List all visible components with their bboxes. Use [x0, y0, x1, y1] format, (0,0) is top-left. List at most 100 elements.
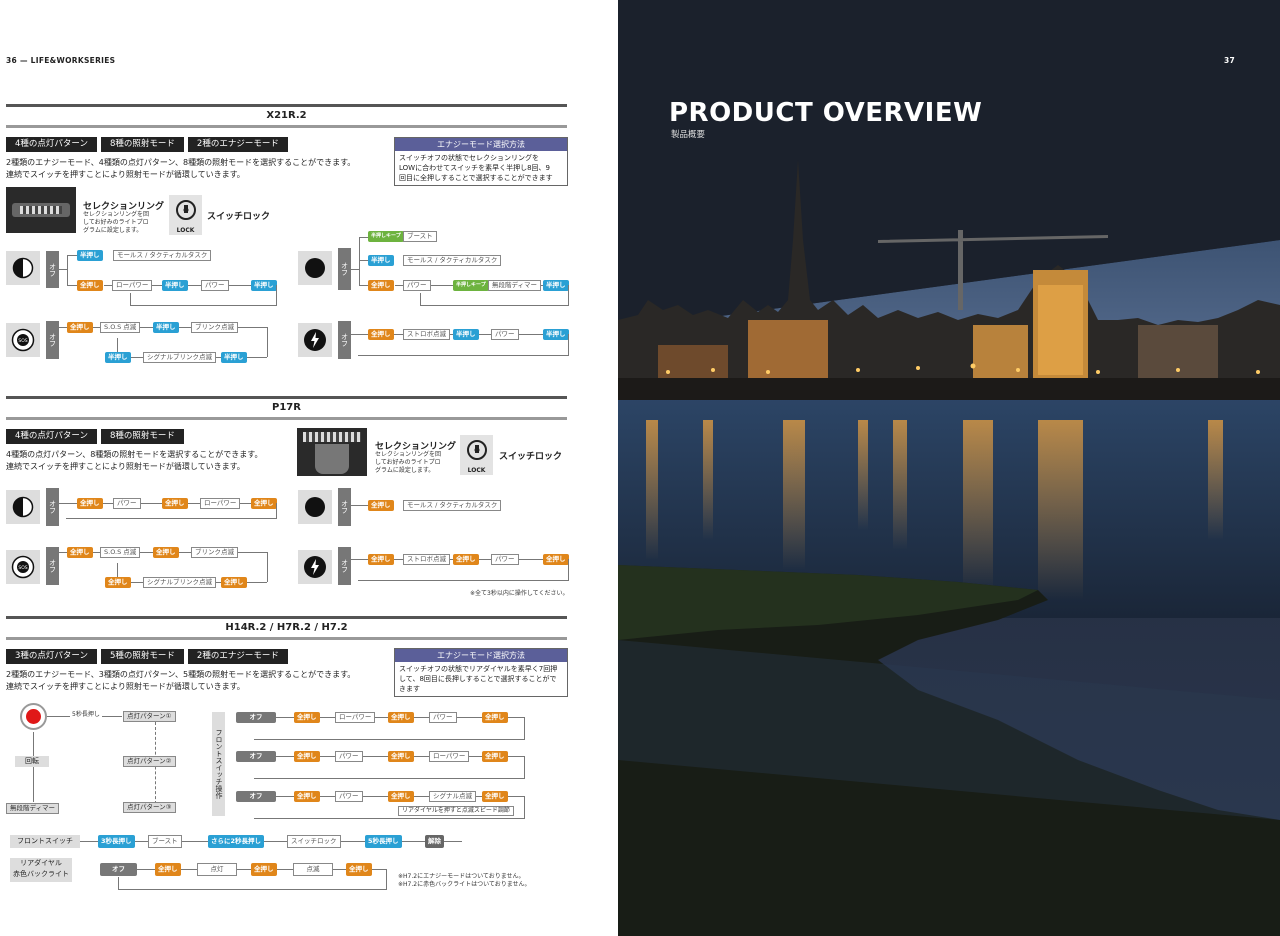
- mode-box: パワー: [403, 280, 431, 291]
- mode-box: 点滅: [293, 863, 333, 876]
- release-chip: 解除: [425, 835, 444, 848]
- full-press-chip: 全押し: [543, 554, 569, 565]
- half-press-chip: 半押し: [77, 250, 103, 261]
- full-press-chip: 全押し: [251, 498, 277, 509]
- tag: 2種のエナジーモード: [187, 137, 288, 152]
- full-press-chip: 全押し: [388, 751, 414, 762]
- mode-box: シグナルブリンク点滅: [143, 352, 216, 363]
- full-press-chip: 全押し: [388, 712, 414, 723]
- half-circle-icon: [6, 251, 40, 285]
- half-press-chip: 半押し: [162, 280, 188, 291]
- filled-circle-icon: [298, 251, 332, 285]
- front-switch-vertical-label: フロントスイッチ操作: [212, 712, 225, 816]
- mode-box: ブースト: [148, 835, 182, 848]
- filled-circle-icon: [298, 490, 332, 524]
- off-label: オフ: [338, 248, 351, 290]
- half-press-chip: 半押し: [368, 255, 394, 266]
- switch-lock-title: スイッチロック: [207, 212, 271, 222]
- pattern-box: 点灯パターン②: [123, 756, 176, 767]
- mode-box: ローパワー: [112, 280, 153, 291]
- mode-box: パワー: [335, 751, 363, 762]
- full-press-chip: 全押し: [368, 500, 394, 511]
- tag: 8種の照射モード: [100, 137, 184, 152]
- full-press-chip: 全押し: [368, 280, 394, 291]
- mode-box: モールス / タクティカルタスク: [403, 255, 502, 266]
- tag: 2種のエナジーモード: [187, 649, 288, 664]
- page-title: PRODUCT OVERVIEW: [669, 98, 983, 128]
- mode-box: ブースト: [403, 231, 437, 242]
- lock-icon-box: LOCK: [460, 435, 493, 475]
- half-press-chip: 半押し: [153, 322, 179, 333]
- svg-text:SOS: SOS: [18, 338, 27, 344]
- switch-lock-title: スイッチロック: [499, 452, 563, 462]
- full-press-chip: 全押し: [346, 863, 372, 876]
- strobe-icon: [298, 550, 332, 584]
- full-press-chip: 全押し: [368, 329, 394, 340]
- section-title-x21r2: X21R.2: [6, 104, 567, 128]
- tag-row-p17r: 4種の点灯パターン 8種の照射モード: [6, 429, 184, 444]
- lock-icon: [466, 440, 487, 460]
- half-press-chip: 半押し: [251, 280, 277, 291]
- mode-box: ローパワー: [200, 498, 241, 509]
- full-press-chip: 全押し: [153, 547, 179, 558]
- tag: 4種の点灯パターン: [6, 137, 97, 152]
- sos-icon: SOS: [6, 323, 40, 357]
- page-subtitle: 製品概要: [671, 130, 706, 140]
- full-press-chip: 全押し: [294, 791, 320, 802]
- half-circle-icon: [6, 490, 40, 524]
- mode-box: モールス / タクティカルタスク: [403, 500, 502, 511]
- mode-box: ストロボ点滅: [403, 554, 450, 565]
- energy-mode-title: エナジーモード選択方法: [395, 649, 567, 662]
- section-title-p17r: P17R: [6, 396, 567, 420]
- energy-mode-body: スイッチオフの状態でリアダイヤルを素早く7回押 して、8回目に長押しすることで選…: [399, 665, 558, 693]
- mode-box: パワー: [491, 329, 519, 340]
- rotate-label: 回転: [15, 756, 49, 767]
- energy-mode-title: エナジーモード選択方法: [395, 138, 567, 151]
- mode-box: ローパワー: [429, 751, 470, 762]
- full-press-chip: 全押し: [482, 751, 508, 762]
- mode-box: モールス / タクティカルタスク: [113, 250, 212, 261]
- energy-mode-body: スイッチオフの状態でセレクションリングを LOWに合わせてスイッチを素早く半押し…: [399, 154, 553, 182]
- mode-box: パワー: [335, 791, 363, 802]
- front-switch-label: フロントスイッチ: [10, 835, 80, 848]
- description: 2種類のエナジーモード、3種類の点灯パターン、5種類の照射モードを選択することが…: [6, 670, 356, 691]
- mode-box: S.O.S 点滅: [100, 547, 141, 558]
- mode-box: スイッチロック: [287, 835, 341, 848]
- tag: 5種の照射モード: [100, 649, 184, 664]
- strobe-icon: [298, 323, 332, 357]
- description: 4種類の点灯パターン、8種類の照射モードを選択することができます。 連続でスイッ…: [6, 450, 263, 471]
- full-press-chip: 全押し: [482, 712, 508, 723]
- page-number-left: 36 — LIFE&WORKSERIES: [6, 56, 116, 65]
- tag: 4種の点灯パターン: [6, 429, 97, 444]
- full-press-chip: 全押し: [482, 791, 508, 802]
- description: 2種類のエナジーモード、4種類の点灯パターン、8種類の照射モードを選択することが…: [6, 158, 356, 179]
- p17r-note: ※全て3秒以内に操作してください。: [470, 590, 569, 597]
- mode-box: ストロボ点滅: [403, 329, 450, 340]
- pattern-box: 点灯パターン③: [123, 802, 176, 813]
- boost-keep-chip: 半押しキープ: [368, 231, 404, 242]
- page-number-right: 37: [1224, 56, 1236, 65]
- mode-box: パワー: [113, 498, 141, 509]
- off-label: オフ: [338, 547, 351, 585]
- sos-icon: SOS: [6, 550, 40, 584]
- mode-box: ブリンク点滅: [191, 547, 238, 558]
- half-press-chip: 半押し: [543, 280, 569, 291]
- mode-box: ブリンク点滅: [191, 322, 238, 333]
- hold-3s-chip: 3秒長押し: [98, 835, 135, 848]
- off-label: オフ: [46, 321, 59, 359]
- night-city-photo: [618, 0, 1280, 936]
- off-label: オフ: [46, 488, 59, 526]
- hold-2s-more-chip: さらに2秒長押し: [208, 835, 265, 848]
- half-press-chip: 半押し: [105, 352, 131, 363]
- tag-row-h14r2: 3種の点灯パターン 5種の照射モード 2種のエナジーモード: [6, 649, 288, 664]
- lock-icon-box: LOCK: [169, 195, 202, 235]
- svg-text:SOS: SOS: [18, 565, 27, 571]
- mode-box: S.O.S 点滅: [100, 322, 141, 333]
- full-press-chip: 全押し: [67, 322, 93, 333]
- half-press-chip: 半押し: [453, 329, 479, 340]
- off-label: オフ: [338, 488, 351, 526]
- mode-box: パワー: [429, 712, 457, 723]
- mode-box: シグナル点滅: [429, 791, 476, 802]
- hold-5s-chip: 5秒長押し: [365, 835, 402, 848]
- mode-box: パワー: [201, 280, 229, 291]
